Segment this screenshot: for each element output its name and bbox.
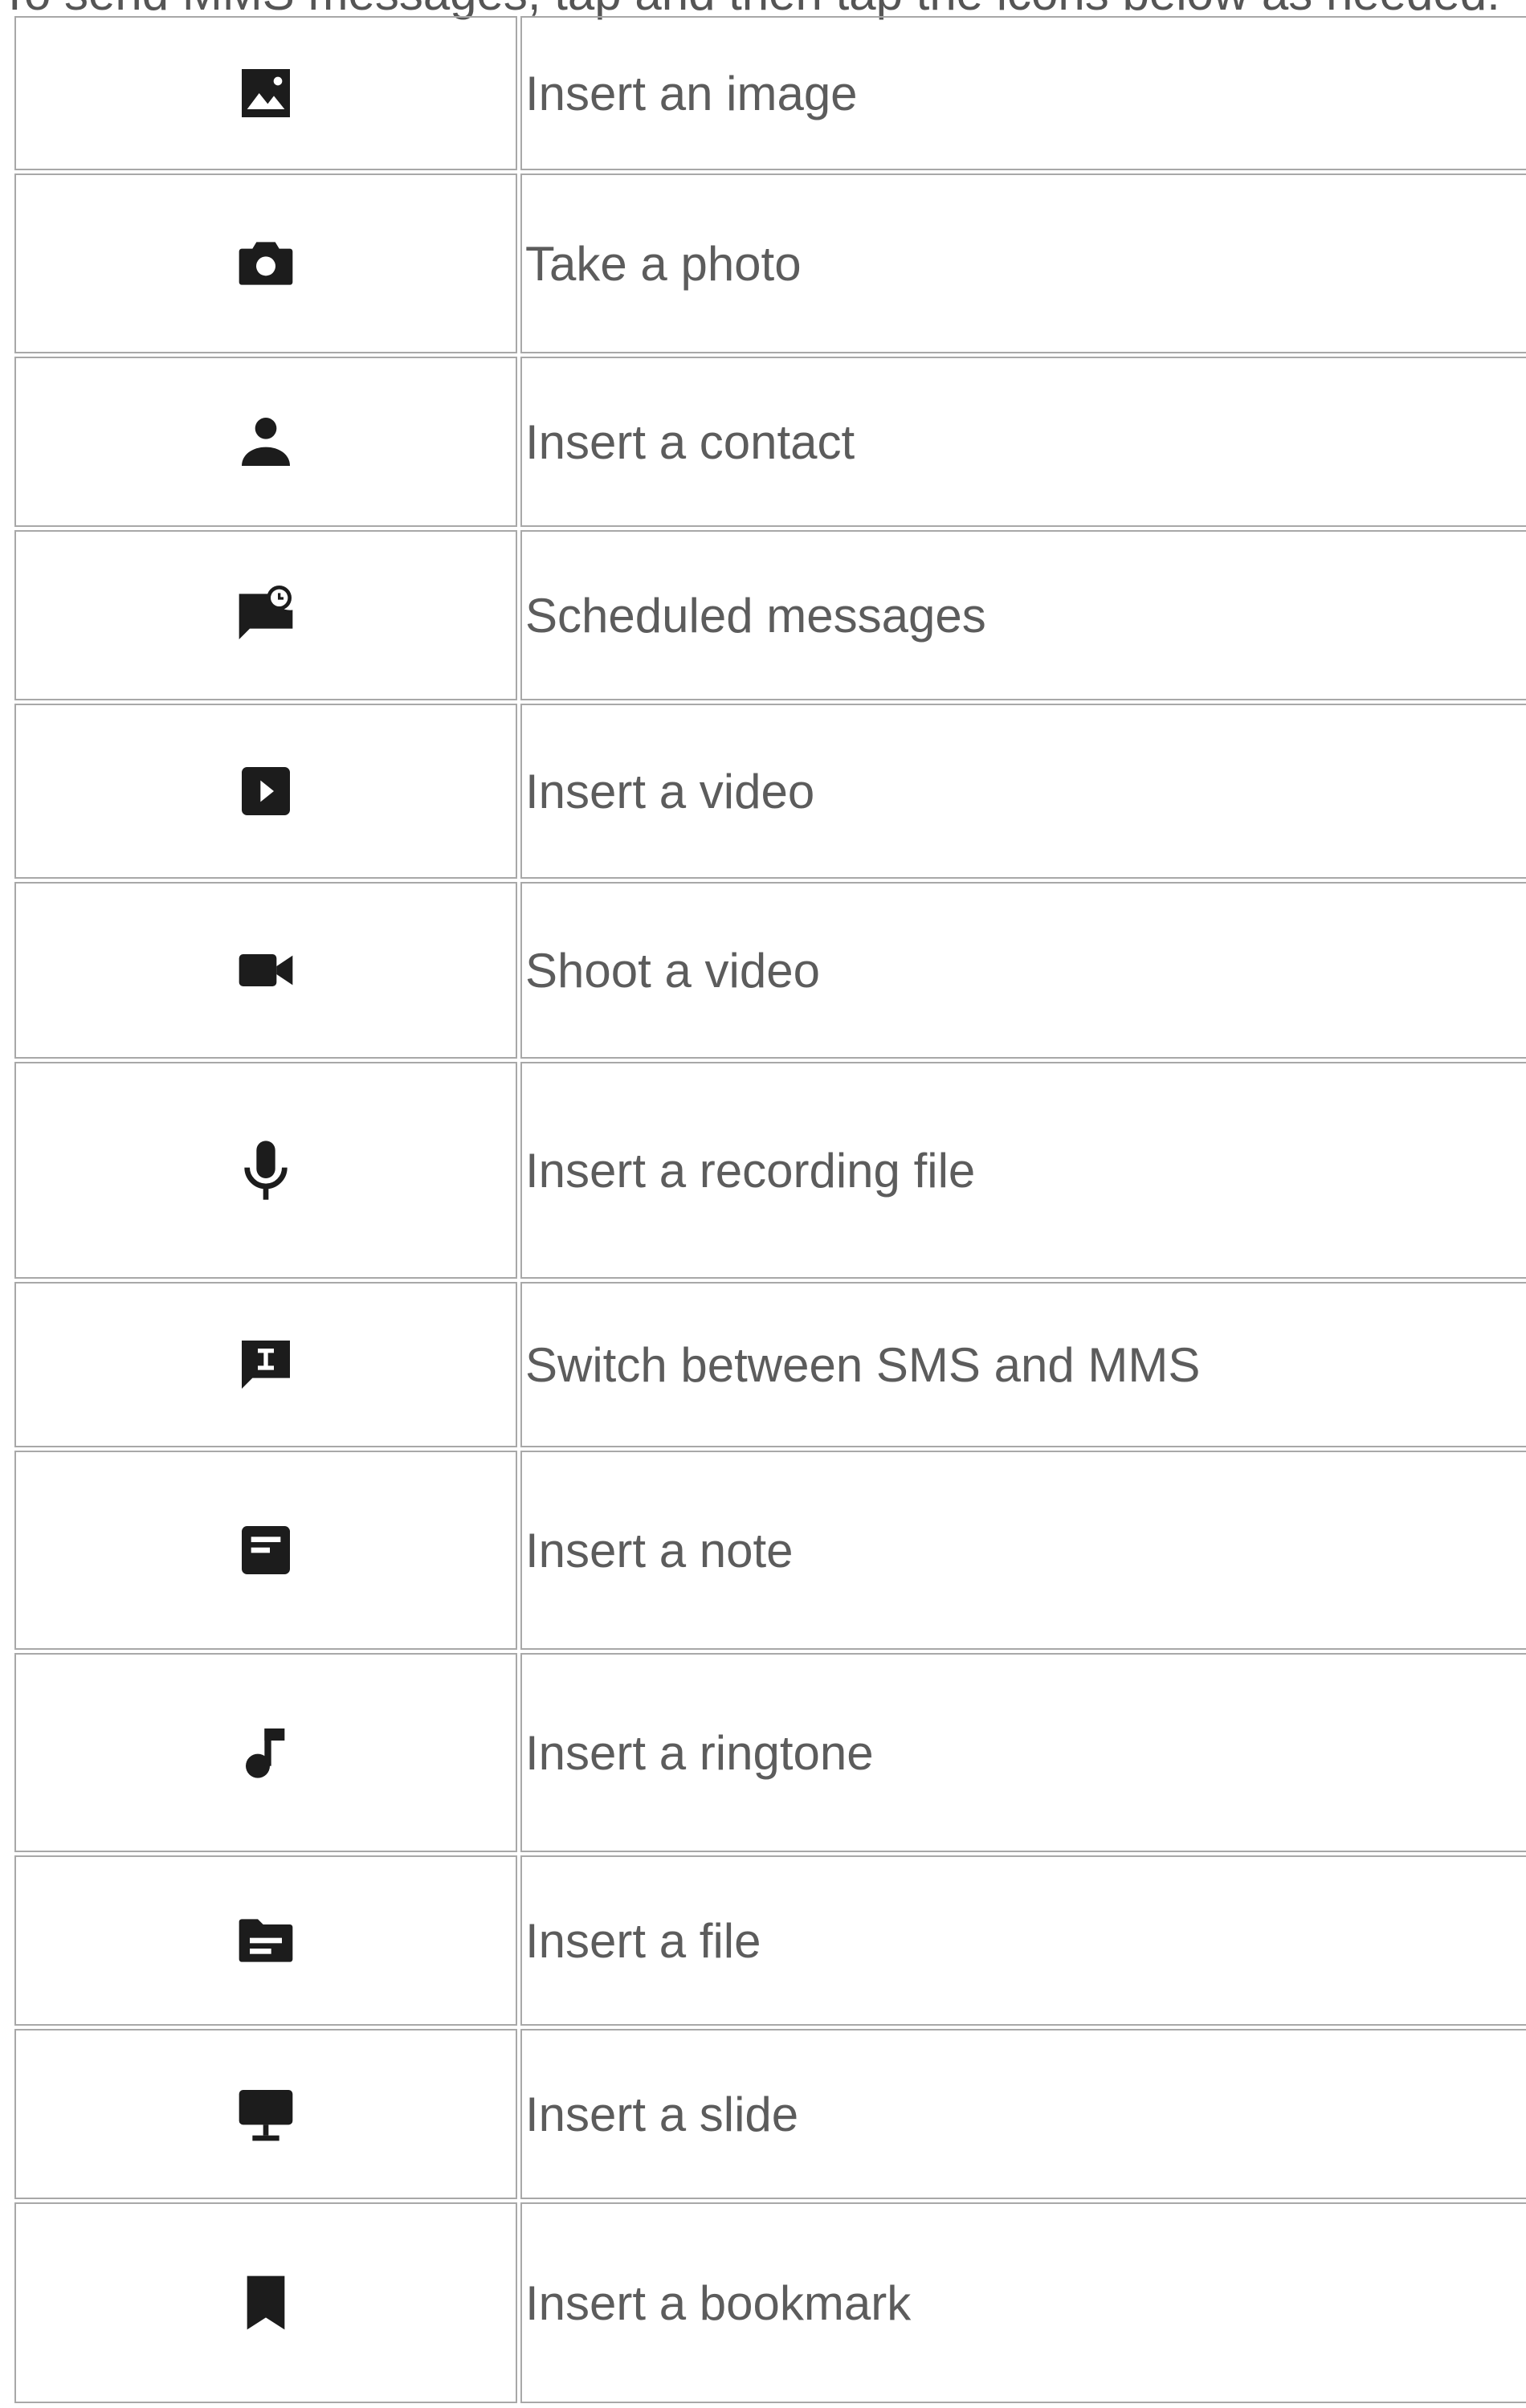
- table-row: Scheduled messages: [14, 530, 1526, 700]
- row-label: Insert a ringtone: [520, 1653, 1526, 1852]
- microphone-icon: [234, 1138, 298, 1202]
- image-icon: [234, 61, 298, 125]
- row-label: Insert an image: [520, 16, 1526, 170]
- icon-cell: [14, 357, 517, 527]
- table-row: Insert a video: [14, 704, 1526, 879]
- icon-cell: [14, 1855, 517, 2026]
- music-note-icon: [234, 1720, 298, 1785]
- row-label: Take a photo: [520, 173, 1526, 353]
- table-row: Take a photo: [14, 173, 1526, 353]
- table-row: Shoot a video: [14, 882, 1526, 1059]
- folder-file-icon: [234, 1908, 298, 1973]
- row-label: Insert a video: [520, 704, 1526, 879]
- icon-cell: [14, 2029, 517, 2199]
- icon-cell: [14, 1451, 517, 1650]
- camera-icon: [234, 231, 298, 296]
- table-row: Insert a note: [14, 1451, 1526, 1650]
- table-row: Insert an image: [14, 16, 1526, 170]
- sms-mms-switch-icon: [234, 1333, 298, 1397]
- icon-cell: [14, 882, 517, 1059]
- row-label: Switch between SMS and MMS: [520, 1282, 1526, 1447]
- table-row: Insert a recording file: [14, 1062, 1526, 1279]
- table-row: Insert a bookmark: [14, 2202, 1526, 2403]
- icon-cell: [14, 1062, 517, 1279]
- row-label: Insert a note: [520, 1451, 1526, 1650]
- scheduled-message-icon: [234, 583, 298, 647]
- slide-presentation-icon: [234, 2082, 298, 2146]
- icon-cell: [14, 530, 517, 700]
- table-row: Insert a slide: [14, 2029, 1526, 2199]
- icon-cell: [14, 704, 517, 879]
- contact-icon: [234, 410, 298, 474]
- note-icon: [234, 1518, 298, 1582]
- bookmark-icon: [234, 2271, 298, 2335]
- row-label: Scheduled messages: [520, 530, 1526, 700]
- video-play-icon: [234, 759, 298, 823]
- table-row: Insert a ringtone: [14, 1653, 1526, 1852]
- icon-description-table: Insert an image Take a photo Insert a co…: [11, 13, 1526, 2406]
- icon-cell: [14, 16, 517, 170]
- row-label: Insert a file: [520, 1855, 1526, 2026]
- icon-cell: [14, 1653, 517, 1852]
- row-label: Insert a recording file: [520, 1062, 1526, 1279]
- video-camera-icon: [234, 938, 298, 1002]
- row-label: Shoot a video: [520, 882, 1526, 1059]
- table-row: Insert a file: [14, 1855, 1526, 2026]
- table-row: Insert a contact: [14, 357, 1526, 527]
- icon-cell: [14, 173, 517, 353]
- row-label: Insert a contact: [520, 357, 1526, 527]
- row-label: Insert a slide: [520, 2029, 1526, 2199]
- icon-cell: [14, 2202, 517, 2403]
- table-row: Switch between SMS and MMS: [14, 1282, 1526, 1447]
- row-label: Insert a bookmark: [520, 2202, 1526, 2403]
- icon-cell: [14, 1282, 517, 1447]
